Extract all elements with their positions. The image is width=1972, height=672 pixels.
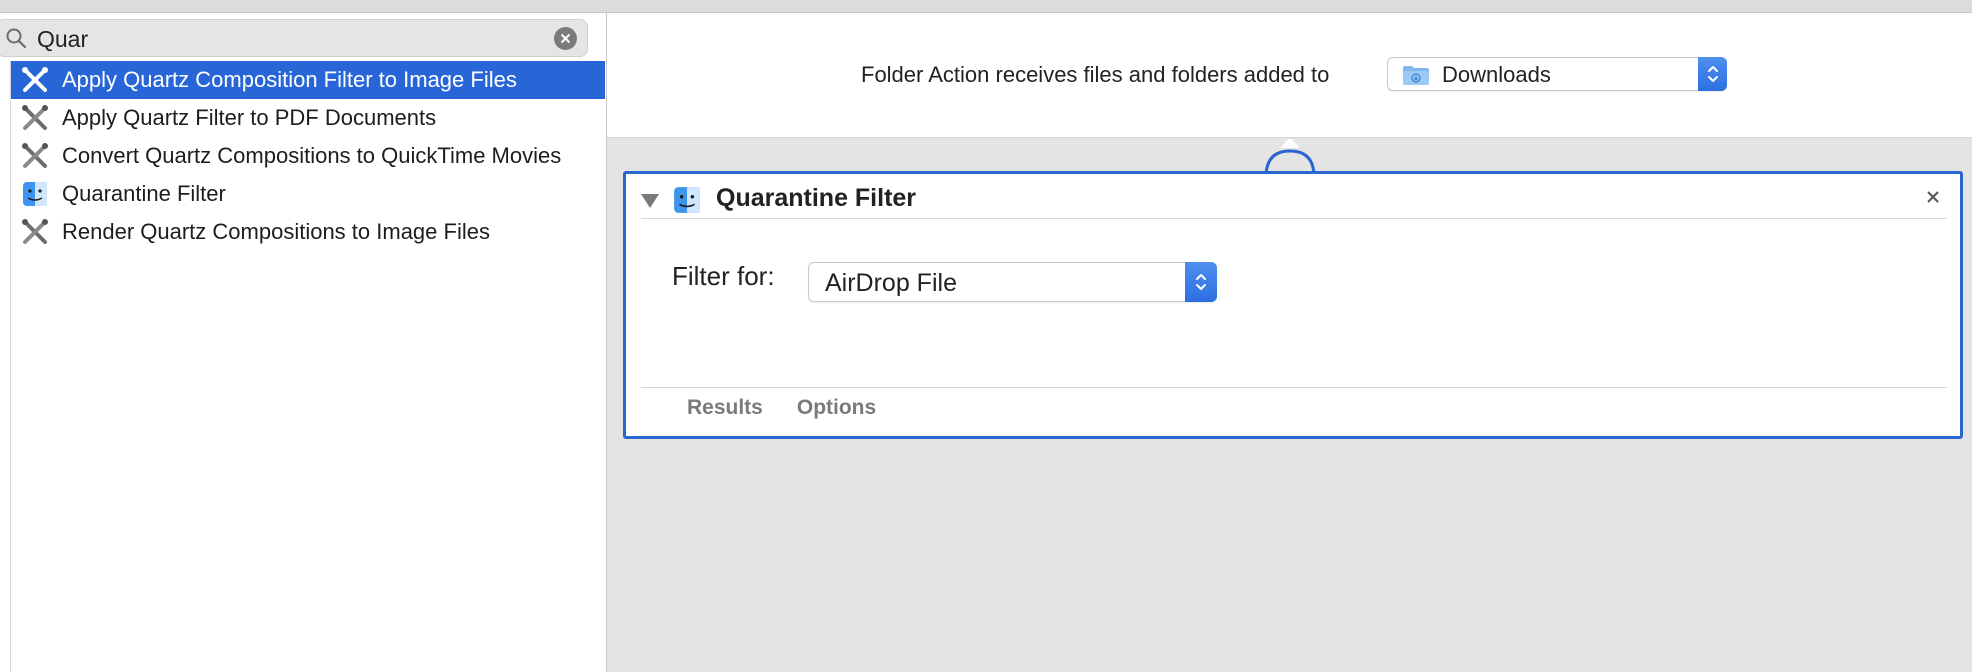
folder-action-label: Folder Action receives files and folders… — [861, 62, 1330, 87]
filter-for-label: Filter for: — [672, 261, 775, 291]
finder-icon — [20, 179, 50, 209]
list-item-label: Apply Quartz Composition Filter to Image… — [62, 67, 517, 92]
popup-stepper-icon[interactable] — [1185, 262, 1217, 302]
card-divider — [641, 218, 1947, 219]
action-title: Quarantine Filter — [716, 184, 917, 212]
list-item[interactable]: Apply Quartz Filter to PDF Documents — [11, 99, 605, 137]
quarantine-filter-action: Quarantine Filter Filter for: AirDrop Fi… — [623, 171, 1963, 439]
finder-icon — [674, 187, 700, 213]
folder-icon — [1403, 66, 1429, 85]
action-footer-tabs: Results Options — [687, 396, 876, 420]
filter-popup[interactable]: AirDrop File — [808, 262, 1217, 302]
folder-popup[interactable]: Downloads — [1387, 57, 1727, 91]
list-item[interactable]: Quarantine Filter — [11, 175, 605, 213]
filter-popup-value: AirDrop File — [825, 269, 957, 297]
disclosure-triangle-icon[interactable] — [641, 194, 659, 208]
card-footer-divider — [641, 387, 1947, 388]
quartz-tools-icon — [20, 141, 50, 171]
clear-search-icon[interactable] — [554, 27, 577, 50]
list-item[interactable]: Render Quartz Compositions to Image File… — [11, 213, 605, 251]
close-icon[interactable] — [1922, 186, 1944, 208]
search-field[interactable]: Quar — [0, 19, 588, 57]
quartz-tools-icon — [20, 217, 50, 247]
list-item-label: Render Quartz Compositions to Image File… — [62, 219, 490, 244]
folder-popup-value: Downloads — [1442, 62, 1551, 87]
list-item[interactable]: Apply Quartz Composition Filter to Image… — [11, 61, 605, 99]
action-library-pane: Quar Apply Quartz Composition Filter to … — [0, 13, 607, 672]
workflow-pane: Folder Action receives files and folders… — [607, 13, 1972, 672]
list-item-label: Apply Quartz Filter to PDF Documents — [62, 105, 437, 130]
tab-results[interactable]: Results — [687, 396, 763, 420]
tab-options[interactable]: Options — [797, 396, 876, 420]
action-list: Apply Quartz Composition Filter to Image… — [11, 61, 605, 251]
list-item-label: Convert Quartz Compositions to QuickTime… — [62, 143, 562, 168]
quartz-tools-icon — [20, 103, 50, 133]
workflow-header: Folder Action receives files and folders… — [607, 13, 1972, 138]
popup-stepper-icon[interactable] — [1698, 57, 1727, 91]
window-top-strip — [0, 0, 1972, 13]
search-input[interactable]: Quar — [37, 25, 88, 53]
quartz-tools-icon — [20, 65, 50, 95]
list-item-label: Quarantine Filter — [62, 181, 226, 206]
list-item[interactable]: Convert Quartz Compositions to QuickTime… — [11, 137, 605, 175]
search-icon — [6, 28, 27, 49]
